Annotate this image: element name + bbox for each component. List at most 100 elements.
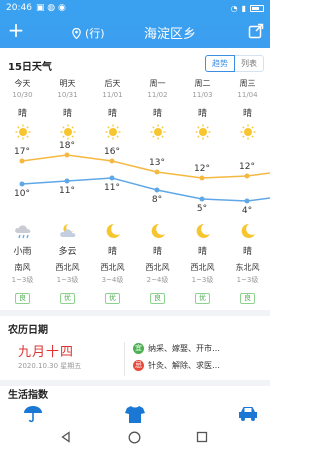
rain-cloud-icon bbox=[14, 225, 30, 239]
recents-icon[interactable] bbox=[196, 431, 208, 443]
night-day-5: 晴 东北风 1~3级 良 bbox=[225, 222, 270, 304]
low-temp-label: 11° bbox=[104, 183, 120, 193]
low-temp-dot bbox=[64, 178, 70, 184]
low-temp-dot bbox=[199, 196, 205, 202]
aqi-badge: 良 bbox=[150, 293, 165, 304]
aqi-badge: 优 bbox=[195, 293, 210, 304]
aqi-badge: 优 bbox=[60, 293, 75, 304]
high-temp-dot bbox=[244, 173, 250, 179]
moon-icon bbox=[106, 223, 120, 238]
wind-level: 2~4级 bbox=[146, 276, 169, 284]
day-condition: 晴 bbox=[197, 109, 207, 119]
night-condition: 晴 bbox=[197, 247, 207, 257]
app-header: + (行) 海淀区乡 bbox=[0, 16, 270, 48]
signal-icon: ▮ bbox=[241, 3, 246, 13]
day-condition: 晴 bbox=[107, 109, 117, 119]
high-temp-label: 18° bbox=[59, 141, 75, 151]
low-temp-label: 11° bbox=[59, 186, 75, 196]
forecast-day-0[interactable]: 今天 10/30 晴 bbox=[0, 78, 45, 140]
high-temp-label: 17° bbox=[14, 147, 30, 157]
low-temp-label: 5° bbox=[196, 204, 208, 214]
system-nav-bar bbox=[0, 426, 270, 450]
lunar-date: 九月十四 bbox=[18, 345, 75, 360]
night-day-1: 多云 西北风 1~3级 优 bbox=[45, 222, 90, 304]
life-index-title: 生活指数 bbox=[8, 390, 48, 401]
sun-icon bbox=[240, 124, 255, 140]
night-condition: 小雨 bbox=[13, 247, 32, 257]
low-temp-label: 8° bbox=[151, 195, 163, 205]
battery-icon bbox=[250, 4, 264, 12]
location-text: (行) bbox=[85, 27, 105, 40]
night-day-3: 晴 西北风 2~4级 良 bbox=[135, 222, 180, 304]
forecast-day-1[interactable]: 明天 10/31 晴 bbox=[45, 78, 90, 140]
day-date: 11/04 bbox=[237, 91, 258, 99]
wind-level: 1~3级 bbox=[11, 276, 34, 284]
high-temp-dot bbox=[109, 158, 115, 164]
aqi-badge: 良 bbox=[15, 293, 30, 304]
sun-icon bbox=[60, 124, 75, 140]
wifi-icon: ◔ bbox=[230, 3, 238, 13]
forecast-day-5[interactable]: 周三 11/04 晴 bbox=[225, 78, 270, 140]
wind-level: 1~3级 bbox=[56, 276, 79, 284]
night-day-0: 小雨 南风 1~3级 良 bbox=[0, 222, 45, 304]
day-name: 周三 bbox=[239, 79, 256, 88]
almanac-panel[interactable]: 农历日期 九月十四 2020.10.30 星期五 宜 纳采、嫁娶、开市… 忌 针… bbox=[0, 316, 270, 380]
almanac-divider bbox=[124, 342, 125, 376]
almanac-title: 农历日期 bbox=[8, 325, 48, 336]
sun-icon bbox=[150, 124, 165, 140]
umbrella-icon[interactable] bbox=[22, 404, 44, 424]
wind-level: 1~3级 bbox=[236, 276, 259, 284]
life-index-panel: 生活指数 bbox=[0, 386, 270, 426]
low-temp-label: 10° bbox=[14, 189, 30, 199]
sun-icon bbox=[15, 124, 30, 140]
wind-level: 1~3级 bbox=[191, 276, 214, 284]
night-condition: 晴 bbox=[152, 247, 162, 257]
forecast-day-3[interactable]: 周一 11/02 晴 bbox=[135, 78, 180, 140]
high-temp-dot bbox=[64, 152, 70, 158]
low-temp-dot bbox=[19, 181, 25, 187]
day-condition: 晴 bbox=[152, 109, 162, 119]
location-pin-icon bbox=[72, 27, 81, 39]
aqi-badge: 优 bbox=[105, 293, 120, 304]
status-time: 20:46 bbox=[6, 3, 32, 13]
day-name: 后天 bbox=[104, 79, 121, 88]
location-indicator[interactable]: (行) bbox=[72, 25, 105, 41]
day-date: 11/02 bbox=[147, 91, 168, 99]
night-day-4: 晴 西北风 1~3级 优 bbox=[180, 222, 225, 304]
day-date: 11/01 bbox=[102, 91, 123, 99]
city-label: 海淀区 bbox=[144, 27, 184, 42]
city-name[interactable]: 海淀区乡 bbox=[144, 23, 196, 42]
car-icon[interactable] bbox=[236, 404, 260, 424]
forecast-day-4[interactable]: 周二 11/03 晴 bbox=[180, 78, 225, 140]
moon-icon bbox=[196, 223, 210, 238]
sun-icon bbox=[195, 124, 210, 140]
clothing-icon[interactable] bbox=[124, 404, 146, 424]
home-icon[interactable] bbox=[128, 431, 141, 444]
day-date: 10/30 bbox=[12, 91, 33, 99]
low-temp-dot bbox=[109, 175, 115, 181]
wind-direction: 东北风 bbox=[235, 263, 260, 272]
almanac-ji-row: 忌 针灸、解除、求医… bbox=[133, 360, 220, 371]
night-condition: 晴 bbox=[242, 247, 252, 257]
low-temp-dot bbox=[244, 198, 250, 204]
aqi-badge: 良 bbox=[240, 293, 255, 304]
day-name: 明天 bbox=[59, 79, 76, 88]
forecast-day-2[interactable]: 后天 11/01 晴 bbox=[90, 78, 135, 140]
low-temp-dot bbox=[154, 187, 160, 193]
share-icon[interactable] bbox=[248, 23, 264, 39]
night-condition: 多云 bbox=[58, 247, 77, 257]
day-condition: 晴 bbox=[242, 109, 252, 119]
high-temp-label: 12° bbox=[194, 164, 210, 174]
high-temp-label: 16° bbox=[104, 147, 120, 157]
night-day-2: 晴 西北风 3~4级 优 bbox=[90, 222, 135, 304]
day-name: 今天 bbox=[14, 79, 31, 88]
day-name: 周一 bbox=[149, 79, 166, 88]
gregorian-date: 2020.10.30 星期五 bbox=[18, 362, 82, 370]
wind-direction: 西北风 bbox=[100, 263, 125, 272]
wind-direction: 西北风 bbox=[190, 263, 215, 272]
day-date: 10/31 bbox=[57, 91, 78, 99]
night-condition: 晴 bbox=[107, 247, 117, 257]
add-city-button[interactable]: + bbox=[6, 20, 26, 42]
city-suffix: 乡 bbox=[183, 27, 197, 42]
back-icon[interactable] bbox=[60, 431, 72, 443]
